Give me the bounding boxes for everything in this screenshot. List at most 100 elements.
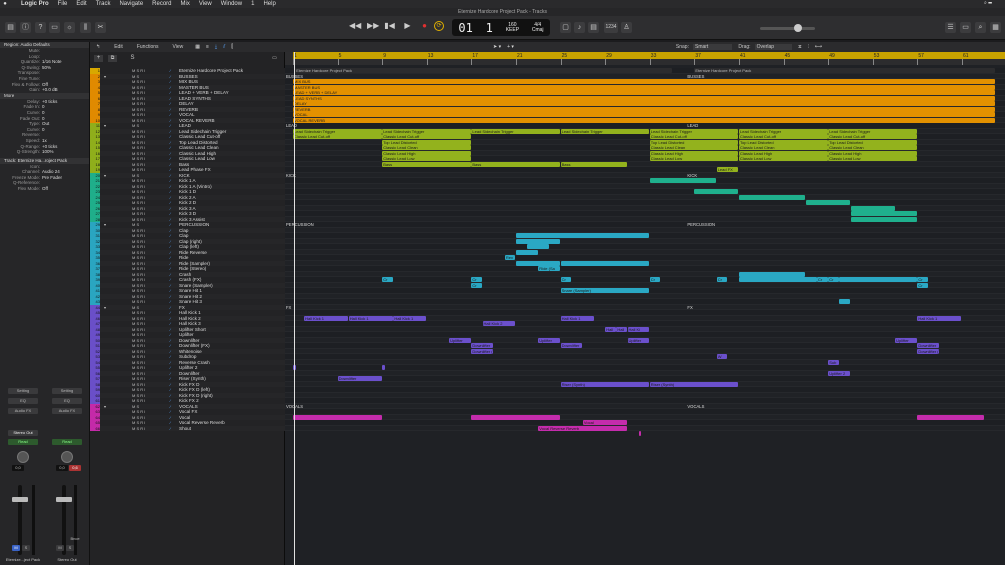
toolbar-icon[interactable]: ▭ [49,22,60,33]
list-editors-icon[interactable]: ☰ [945,22,956,33]
lcd-display[interactable]: 01 1 160 KEEP 4/4 Cmaj [452,19,550,36]
region[interactable] [739,271,806,277]
view-menu[interactable]: View [173,44,184,50]
menu-help[interactable]: Help [263,1,275,7]
track-options-icon[interactable]: ⧉ [108,55,117,62]
region[interactable] [516,260,561,266]
region[interactable]: Hall Ki [627,326,650,332]
pointer-tool-icon[interactable]: ➤ ▾ [493,44,501,50]
output-slot[interactable]: Stereo Out [8,430,38,436]
tuner-icon[interactable]: ♪ [574,22,585,33]
region[interactable]: Eternize Hardcore Project Pack [295,68,672,73]
region[interactable]: Classic Lead Low [828,156,917,161]
region[interactable] [516,249,538,255]
eq-button[interactable]: EQ [52,398,82,404]
count-in-button[interactable]: 1234 [604,22,618,33]
horizontal-zoom-icon[interactable]: ⟷ [815,44,822,50]
region[interactable] [850,205,895,211]
region[interactable]: Top Lead Distorted [828,139,917,145]
region[interactable]: LEAD SYNTHS [293,95,995,101]
region[interactable] [638,431,642,436]
region[interactable]: Hall Kick 1 [304,315,349,321]
region[interactable]: Top Lead Distorted [649,139,739,145]
region[interactable]: Classic Lead Low [382,156,471,161]
region[interactable] [917,414,984,420]
menu-view[interactable]: View [199,1,212,7]
region[interactable]: Ride (Sa [538,266,561,271]
region[interactable] [739,277,817,282]
region[interactable]: Top Lead Distorted [382,139,471,145]
region[interactable]: Lead Sidechain Trigger [382,128,471,134]
region[interactable]: Lead Sidechain Trigger [649,128,739,134]
library-icon[interactable]: ▤ [5,22,16,33]
track-row[interactable]: Flex Mode: Off [0,186,89,192]
region[interactable]: Cr [828,277,839,282]
region[interactable]: Hall Kick 1 [917,315,962,321]
region[interactable]: Cr [917,277,929,282]
master-volume-knob[interactable] [794,24,802,32]
menu-file[interactable]: File [58,1,68,7]
snap-select[interactable]: Smart [692,44,733,50]
region[interactable] [805,200,850,205]
region[interactable]: Hall [605,326,616,332]
functions-menu[interactable]: Functions [137,44,159,50]
waveform-zoom-icon[interactable]: ⧖ [798,44,802,50]
region[interactable]: Downlifter [337,376,382,381]
audio-fx-slot[interactable]: Audio FX [8,408,38,414]
region[interactable]: Cr [471,282,483,288]
inspector-icon[interactable]: ⓘ [20,22,31,33]
rewind-icon[interactable]: ◀◀ [349,20,361,31]
region[interactable]: Classic Lead Low [649,156,739,161]
region[interactable] [649,178,717,183]
region[interactable]: MIX BUS [293,79,995,84]
region[interactable]: Downlifter ( [471,348,494,354]
region[interactable]: Classic Lead Clean [649,145,739,150]
region[interactable]: Riser (Synth) [649,381,739,387]
region[interactable] [516,238,561,244]
drag-select[interactable]: Overlap [754,44,793,50]
global-solo-icon[interactable]: S [128,55,137,62]
region[interactable]: Vocal Reverse Reverb [538,425,627,431]
master-volume-slider[interactable] [760,27,815,30]
region[interactable]: REVERB [293,106,995,112]
go-to-start-icon[interactable]: ▮◀ [384,20,395,31]
eq-button[interactable]: EQ [8,398,38,404]
menu-edit[interactable]: Edit [76,1,86,7]
track-row-value[interactable]: Off [42,186,48,192]
menu-1[interactable]: 1 [251,1,254,7]
editors-icon[interactable]: ✂ [95,22,106,33]
region[interactable]: Classic Lead Cut-off [293,134,382,139]
mute-button[interactable]: M [12,545,20,551]
region[interactable]: Classic Lead High [739,150,828,156]
region[interactable]: Eternize Hardcore Project Pack [694,68,995,73]
global-tracks-icon[interactable]: ▭ [270,55,279,62]
region[interactable]: Uplifter 2 [828,370,850,376]
region[interactable]: W [716,354,728,359]
pan-knob[interactable] [61,451,73,463]
region[interactable]: Riser (Synth) [560,381,650,387]
region[interactable]: Classic Lead Low [739,156,828,161]
solo-button[interactable]: S [22,545,30,551]
region[interactable]: MASTER BUS [293,84,995,90]
region[interactable] [850,216,917,222]
volume-fader-cap[interactable] [56,497,72,502]
region[interactable]: Classic Lead Clean [828,145,917,150]
region[interactable]: Downlifter [917,343,940,348]
region[interactable] [516,233,650,238]
track-header[interactable]: 66 M S R I ⁄ Shout [90,425,285,431]
menu-app[interactable]: Logic Pro [21,1,49,7]
menu-track[interactable]: Track [96,1,111,7]
region[interactable]: DELAY [293,101,995,106]
solo-button[interactable]: S [66,545,74,551]
quick-help-icon[interactable]: ? [35,22,46,33]
region[interactable] [839,299,850,304]
mixer-icon[interactable]: ⫼ [80,22,91,33]
region[interactable]: Cr [471,277,483,282]
cycle-region[interactable] [293,52,1005,59]
menu-status[interactable]: ⌕ ☰ [984,0,992,6]
audio-fx-slot[interactable]: Audio FX [52,408,82,414]
track-lane[interactable] [285,425,1005,431]
region[interactable]: Uplifter [627,337,650,343]
region[interactable]: Top Lead Distorted [739,139,828,145]
pan-knob[interactable] [17,451,29,463]
